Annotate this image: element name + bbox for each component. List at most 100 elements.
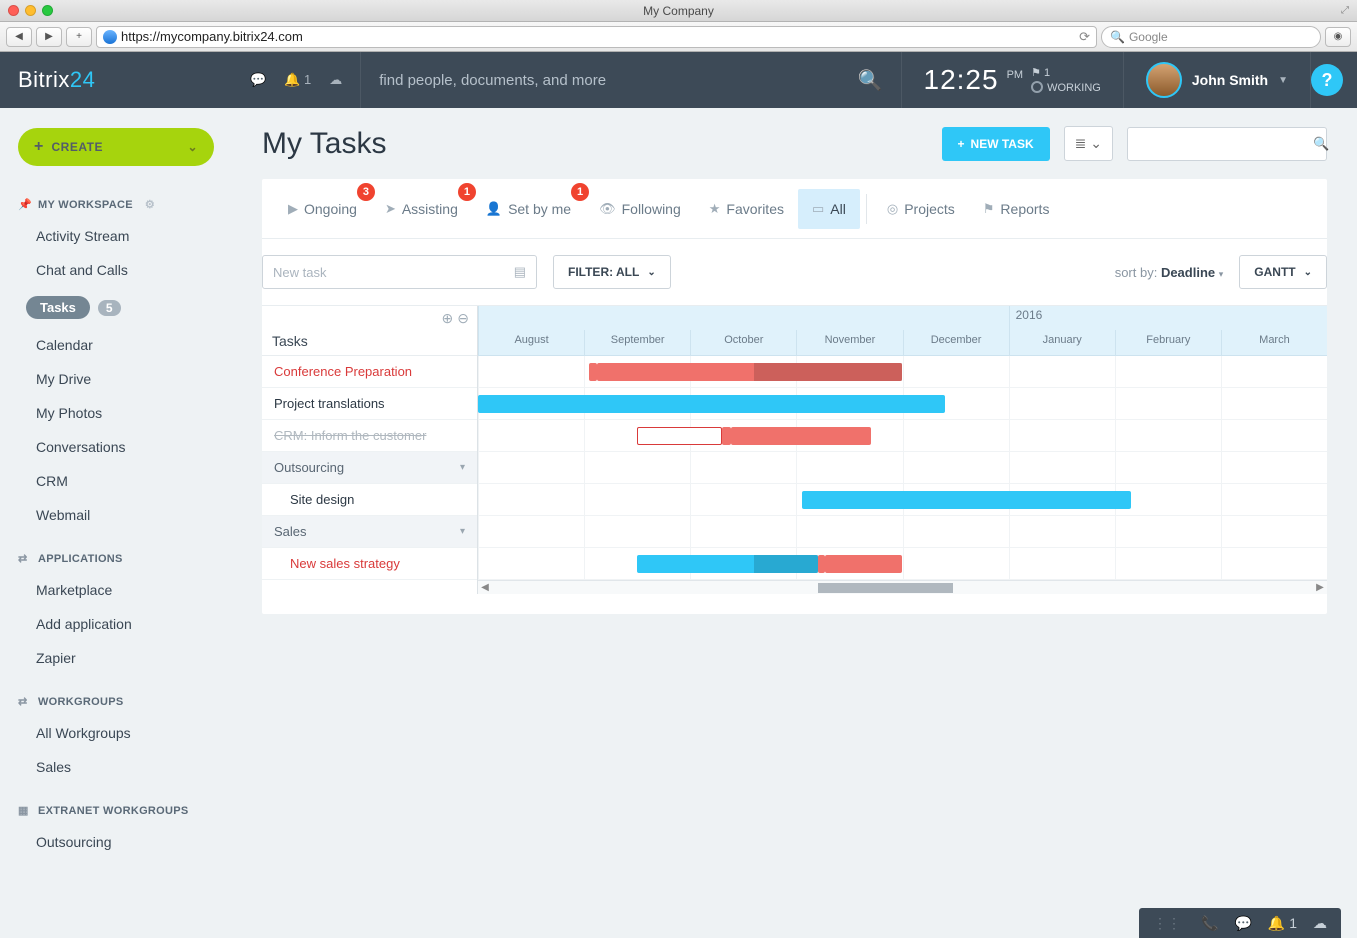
gantt-task-row[interactable]: Sales▾	[262, 516, 477, 548]
clock-ampm: PM	[1007, 69, 1024, 81]
browser-search-box[interactable]: 🔍 Google	[1101, 26, 1321, 48]
sidebar-item-chat-and-calls[interactable]: Chat and Calls	[0, 253, 232, 287]
sidebar-item-marketplace[interactable]: Marketplace	[0, 573, 232, 607]
chat-icon[interactable]: 💬	[250, 72, 266, 88]
gantt-bar[interactable]	[731, 427, 871, 445]
view-mode-button[interactable]: GANTT ⌄	[1239, 255, 1327, 289]
gantt-task-row[interactable]: Conference Preparation	[262, 356, 477, 388]
chat-icon[interactable]: 💬	[1234, 915, 1251, 932]
sidebar-item-my-drive[interactable]: My Drive	[0, 362, 232, 396]
zoom-out-icon[interactable]: ⊖	[457, 310, 469, 327]
new-task-button[interactable]: + NEW TASK	[942, 127, 1050, 161]
gantt-task-row[interactable]: New sales strategy	[262, 548, 477, 580]
gantt-bar[interactable]	[478, 395, 945, 413]
notifications-icon[interactable]: 🔔 1	[1268, 915, 1297, 932]
tab-all[interactable]: ▭All	[798, 189, 860, 229]
task-search-input[interactable]	[1136, 136, 1313, 151]
global-search[interactable]: 🔍	[361, 52, 900, 108]
clock-flag: ⚑ 1	[1031, 66, 1101, 79]
cloud-icon[interactable]: ☁	[1313, 915, 1327, 932]
grid-icon: ▦	[18, 804, 32, 817]
zoom-in-icon[interactable]: ⊕	[442, 310, 454, 327]
gantt-task-row[interactable]: CRM: Inform the customer	[262, 420, 477, 452]
sidebar-item-tasks[interactable]: Tasks5	[0, 287, 232, 328]
browser-add-button[interactable]: +	[66, 27, 92, 47]
search-icon[interactable]: 🔍	[858, 68, 883, 93]
app-topbar: Bitrix24 💬 🔔 1 ☁ 🔍 12:25 PM ⚑ 1 WORKING …	[0, 52, 1357, 108]
sidebar-item-crm[interactable]: CRM	[0, 464, 232, 498]
task-search-box[interactable]: 🔍	[1127, 127, 1327, 161]
new-task-input[interactable]: New task ▤	[262, 255, 537, 289]
user-menu[interactable]: John Smith ▼	[1124, 62, 1310, 98]
gantt-month-label: October	[690, 330, 796, 356]
filter-button[interactable]: FILTER: ALL ⌄	[553, 255, 671, 289]
sidebar-item-outsourcing[interactable]: Outsourcing	[0, 825, 232, 859]
gantt-bar[interactable]	[589, 363, 596, 381]
gear-icon[interactable]: ⚙	[145, 198, 155, 211]
gantt-bar[interactable]	[597, 363, 903, 381]
globe-icon	[103, 30, 117, 44]
gantt-month-label: January	[1009, 330, 1115, 356]
sort-by-label[interactable]: sort by: Deadline ▾	[1115, 265, 1224, 280]
sidebar-item-activity-stream[interactable]: Activity Stream	[0, 219, 232, 253]
sidebar-section-header[interactable]: 📌MY WORKSPACE⚙	[0, 190, 232, 219]
browser-back-button[interactable]: ◀	[6, 27, 32, 47]
cloud-icon[interactable]: ☁	[329, 72, 342, 88]
sidebar-section-header[interactable]: ⇄APPLICATIONS	[0, 544, 232, 573]
gantt-month-label: March	[1221, 330, 1327, 356]
tab-assisting[interactable]: ➤Assisting1	[371, 189, 472, 229]
scroll-left-icon[interactable]: ◀	[478, 582, 492, 593]
sidebar-item-conversations[interactable]: Conversations	[0, 430, 232, 464]
gantt-month-label: August	[478, 330, 584, 356]
gantt-task-row[interactable]: Project translations	[262, 388, 477, 420]
scroll-right-icon[interactable]: ▶	[1313, 582, 1327, 593]
gantt-bar[interactable]	[825, 555, 902, 573]
sidebar-item-zapier[interactable]: Zapier	[0, 641, 232, 675]
chevron-down-icon[interactable]: ▾	[460, 462, 465, 473]
gantt-scrollbar[interactable]: ◀ ▶	[478, 580, 1327, 594]
gantt-bar[interactable]	[818, 555, 825, 573]
sidebar-item-all-workgroups[interactable]: All Workgroups	[0, 716, 232, 750]
tab-ongoing[interactable]: ▶Ongoing3	[274, 189, 371, 229]
gantt-year-label: 2016	[1009, 306, 1327, 330]
tab-reports[interactable]: ⚑Reports	[969, 189, 1064, 229]
sidebar-item-sales[interactable]: Sales	[0, 750, 232, 784]
phone-icon[interactable]: 📞	[1201, 915, 1218, 932]
reload-icon[interactable]: ⟳	[1079, 29, 1090, 45]
flag-icon: ⚑	[983, 201, 995, 217]
clock-widget[interactable]: 12:25 PM ⚑ 1 WORKING	[902, 64, 1123, 96]
grip-icon[interactable]: ⋮⋮	[1153, 915, 1181, 932]
gantt-bar[interactable]	[802, 491, 1131, 509]
sidebar-section-header[interactable]: ▦EXTRANET WORKGROUPS	[0, 796, 232, 825]
app-logo[interactable]: Bitrix24	[0, 67, 232, 93]
tab-following[interactable]: 👁Following	[585, 189, 695, 229]
tab-set-by-me[interactable]: 👤Set by me1	[472, 189, 585, 229]
gantt-bar[interactable]	[637, 555, 817, 573]
sidebar-item-calendar[interactable]: Calendar	[0, 328, 232, 362]
gantt-task-row[interactable]: Outsourcing▾	[262, 452, 477, 484]
chevron-down-icon[interactable]: ▾	[460, 526, 465, 537]
gantt-month-label: February	[1115, 330, 1221, 356]
tab-favorites[interactable]: ★Favorites	[695, 189, 798, 229]
sidebar-item-my-photos[interactable]: My Photos	[0, 396, 232, 430]
sidebar-item-add-application[interactable]: Add application	[0, 607, 232, 641]
browser-forward-button[interactable]: ▶	[36, 27, 62, 47]
main-content: My Tasks + NEW TASK ≣ ⌄ 🔍 ▶Ongoing3➤Assi…	[232, 52, 1357, 938]
browser-user-button[interactable]: ◉	[1325, 27, 1351, 47]
list-icon[interactable]: ▤	[514, 264, 526, 280]
global-search-input[interactable]	[379, 72, 845, 89]
tab-projects[interactable]: ◎Projects	[873, 189, 969, 229]
search-icon: 🔍	[1313, 136, 1329, 152]
sort-options-button[interactable]: ≣ ⌄	[1064, 126, 1113, 161]
help-button[interactable]: ?	[1311, 64, 1343, 96]
sidebar-item-webmail[interactable]: Webmail	[0, 498, 232, 532]
create-button[interactable]: + CREATE ⌄	[18, 128, 214, 166]
gantt-bar-row	[478, 388, 1327, 420]
gantt-bar[interactable]	[637, 427, 722, 445]
gantt-bar[interactable]	[722, 427, 730, 445]
scrollbar-thumb[interactable]	[818, 583, 954, 593]
notifications-icon[interactable]: 🔔 1	[284, 72, 311, 88]
gantt-task-row[interactable]: Site design	[262, 484, 477, 516]
browser-url-bar[interactable]: https://mycompany.bitrix24.com ⟳	[96, 26, 1097, 48]
sidebar-section-header[interactable]: ⇄WORKGROUPS	[0, 687, 232, 716]
